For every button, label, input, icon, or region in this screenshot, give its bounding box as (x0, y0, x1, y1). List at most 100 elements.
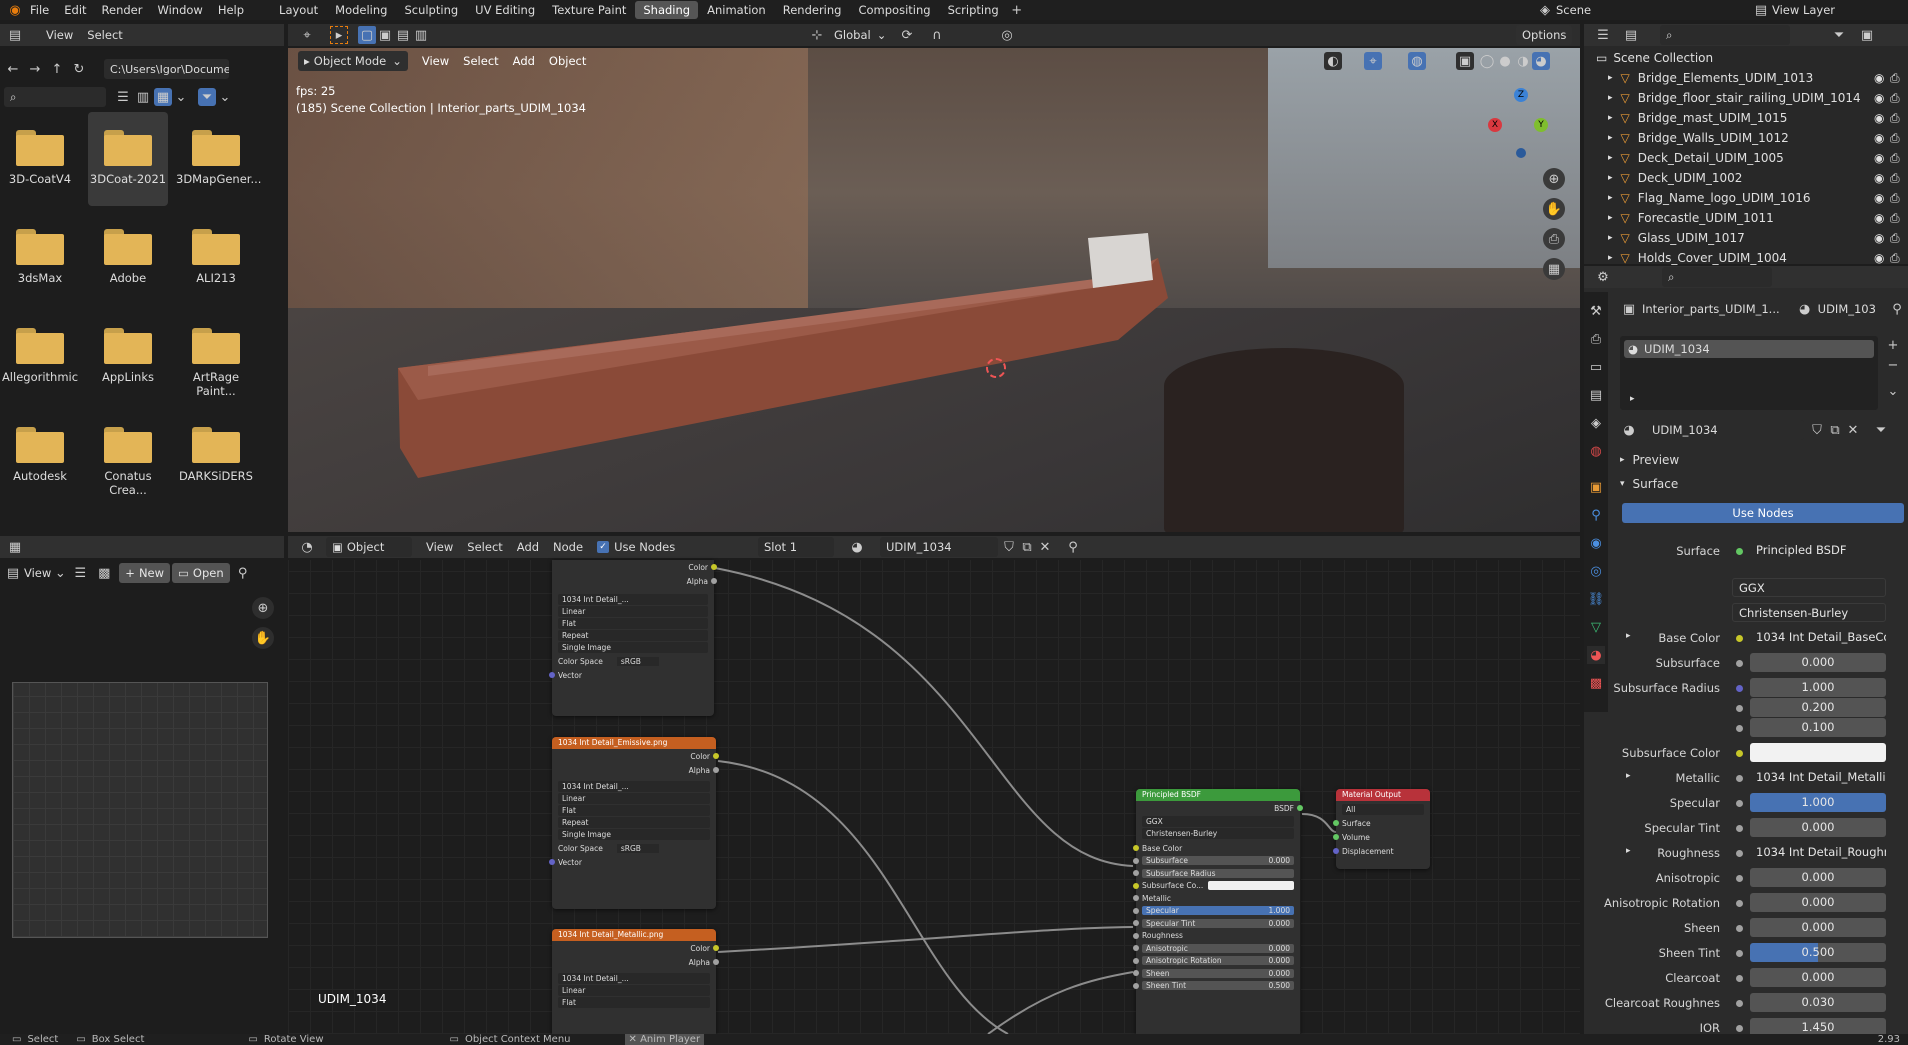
proportional-edit-icon[interactable]: ◎ (998, 26, 1016, 44)
menu-file[interactable]: File (30, 3, 49, 17)
bsdf-input-row[interactable]: Base Color (1133, 842, 1300, 855)
constraints-tab-icon[interactable]: ⛓ (1587, 590, 1605, 608)
expand-icon[interactable]: ▸ (1608, 193, 1613, 203)
dropdown[interactable]: GGX (1732, 578, 1886, 597)
socket-dot[interactable] (1736, 660, 1743, 667)
modifier-tab-icon[interactable]: ⚲ (1587, 506, 1605, 524)
outliner-item[interactable]: ▸ ▽ Bridge_Walls_UDIM_1012 ◉ ⎙ (1584, 128, 1908, 148)
input-socket[interactable] (1133, 932, 1139, 939)
eye-icon[interactable]: ◉ (1874, 131, 1884, 145)
input-socket[interactable] (1133, 895, 1139, 902)
image-selector[interactable]: 1034 Int Detail_... (558, 973, 710, 984)
image-selector[interactable]: 1034 Int Detail_... (558, 594, 708, 605)
camera-icon[interactable]: ⎙ (1890, 191, 1900, 206)
output-target-dropdown[interactable]: All (1342, 804, 1424, 815)
camera-icon[interactable]: ⎙ (1890, 171, 1900, 186)
tab-rendering[interactable]: Rendering (775, 1, 850, 19)
folder-item[interactable]: ALI213 (176, 211, 256, 285)
color-socket[interactable] (711, 564, 717, 570)
input-socket[interactable] (1133, 907, 1139, 914)
duplicate-icon[interactable]: ⧉ (1018, 538, 1036, 556)
input-socket[interactable] (1133, 882, 1139, 889)
zoom-icon[interactable]: ⊕ (1543, 168, 1565, 190)
blender-logo-icon[interactable]: ◉ (6, 1, 24, 19)
expand-icon[interactable]: ▸ (1608, 73, 1613, 83)
view-layer-name[interactable]: View Layer (1772, 3, 1835, 17)
bsdf-input-row[interactable]: Sheen Tint 0.500 (1133, 980, 1300, 993)
number-field[interactable]: 0.100 (1750, 718, 1886, 737)
bsdf-input-row[interactable]: Subsurface 0.000 (1133, 855, 1300, 868)
filter-icon[interactable]: ⏷ (198, 88, 216, 106)
snap-icon[interactable]: ∩ (928, 26, 946, 44)
link-icon[interactable]: ⏷ (1872, 421, 1890, 439)
bsdf-input-row[interactable]: Anisotropic 0.000 (1133, 942, 1300, 955)
outliner-item[interactable]: ▸ ▽ Deck_UDIM_1002 ◉ ⎙ (1584, 168, 1908, 188)
grid-icon[interactable]: ▦ (1543, 258, 1565, 280)
socket-dot[interactable] (1736, 850, 1743, 857)
source-dropdown[interactable]: Single Image (558, 642, 708, 653)
camera-icon[interactable]: ⎙ (1890, 251, 1900, 266)
vp-menu-add[interactable]: Add (513, 54, 535, 68)
preview-panel[interactable]: ▸ Preview (1620, 450, 1908, 470)
bsdf-output-socket[interactable] (1297, 805, 1303, 811)
menu-help[interactable]: Help (218, 3, 244, 17)
projection-dropdown[interactable]: Flat (558, 618, 708, 629)
expand-icon[interactable]: ▸ (1608, 253, 1613, 263)
view-mode-icon[interactable]: ▤ (4, 564, 22, 582)
color-space-dropdown[interactable]: sRGB (616, 656, 659, 666)
xray-icon[interactable]: ▣ (1456, 52, 1474, 70)
vector-socket[interactable] (549, 859, 555, 865)
bsdf-input-row[interactable]: Subsurface Radius (1133, 867, 1300, 880)
eye-icon[interactable]: ◉ (1874, 71, 1884, 85)
color-socket[interactable] (713, 945, 719, 951)
socket-dot[interactable] (1736, 875, 1743, 882)
camera-icon[interactable]: ⎙ (1890, 131, 1900, 146)
world-tab-icon[interactable]: ◍ (1587, 442, 1605, 460)
gizmo-neg-z[interactable] (1516, 148, 1526, 158)
volume-socket[interactable] (1333, 834, 1339, 840)
render-tab-icon[interactable]: ⎙ (1587, 330, 1605, 348)
folder-item[interactable]: Autodesk (0, 409, 80, 483)
open-image-button[interactable]: ▭ Open (172, 563, 230, 583)
socket-dot[interactable] (1736, 635, 1743, 642)
outliner-item[interactable]: ▸ ▽ Deck_Detail_UDIM_1005 ◉ ⎙ (1584, 148, 1908, 168)
expand-icon[interactable]: ▸ (1608, 93, 1613, 103)
chevron-down-icon[interactable]: ⌄ (216, 88, 234, 106)
folder-item[interactable]: 3D-CoatV4 (0, 112, 80, 186)
scene-tab-icon[interactable]: ◈ (1587, 414, 1605, 432)
interpolation-dropdown[interactable]: Linear (558, 606, 708, 617)
scene-collection-row[interactable]: ▭ Scene Collection (1584, 48, 1908, 68)
tab-animation[interactable]: Animation (699, 1, 774, 19)
navigation-gizmo[interactable]: Z X Y (1488, 88, 1568, 168)
camera-icon[interactable]: ⎙ (1890, 111, 1900, 126)
image-selector[interactable]: 1034 Int Detail_... (558, 781, 710, 792)
eye-icon[interactable]: ◉ (1874, 231, 1884, 245)
number-field[interactable]: 0.000 (1750, 818, 1886, 837)
parent-dir-icon[interactable]: ↑ (48, 60, 66, 78)
camera-icon[interactable]: ⎙ (1543, 228, 1565, 250)
camera-icon[interactable]: ⎙ (1890, 151, 1900, 166)
image-texture-node[interactable]: Color Alpha 1034 Int Detail_... Linear F… (549, 560, 717, 716)
camera-icon[interactable]: ⎙ (1890, 71, 1900, 86)
tab-sculpting[interactable]: Sculpting (396, 1, 466, 19)
fake-user-icon[interactable]: ⛉ (1000, 538, 1018, 556)
socket-dot[interactable] (1736, 705, 1743, 712)
eye-icon[interactable]: ◉ (1874, 171, 1884, 185)
hamburger-menu-icon[interactable]: ☰ (71, 564, 89, 582)
interpolation-dropdown[interactable]: Linear (558, 985, 710, 996)
subsurface-method-dropdown[interactable]: Christensen-Burley (1142, 828, 1294, 839)
vp-menu-object[interactable]: Object (549, 54, 586, 68)
bsdf-input-row[interactable]: Subsurface Co... (1133, 880, 1300, 893)
socket-dot[interactable] (1736, 825, 1743, 832)
outliner-item[interactable]: ▸ ▽ Bridge_Elements_UDIM_1013 ◉ ⎙ (1584, 68, 1908, 88)
ne-menu-view[interactable]: View (426, 540, 453, 554)
slider-field[interactable]: 1.000 (1750, 793, 1886, 812)
folder-item[interactable]: 3DCoat-2021 (88, 112, 168, 206)
gizmo-y-axis[interactable]: Y (1534, 118, 1548, 132)
material-name-field[interactable]: UDIM_1034 (880, 537, 998, 557)
input-socket[interactable] (1133, 982, 1139, 989)
overlay-toggle-icon[interactable]: ◍ (1408, 52, 1426, 70)
material-name-field[interactable]: UDIM_1034 (1646, 420, 1804, 440)
input-socket[interactable] (1133, 845, 1139, 852)
principled-bsdf-node[interactable]: Principled BSDF BSDF GGX Christensen-Bur… (1133, 789, 1303, 1034)
